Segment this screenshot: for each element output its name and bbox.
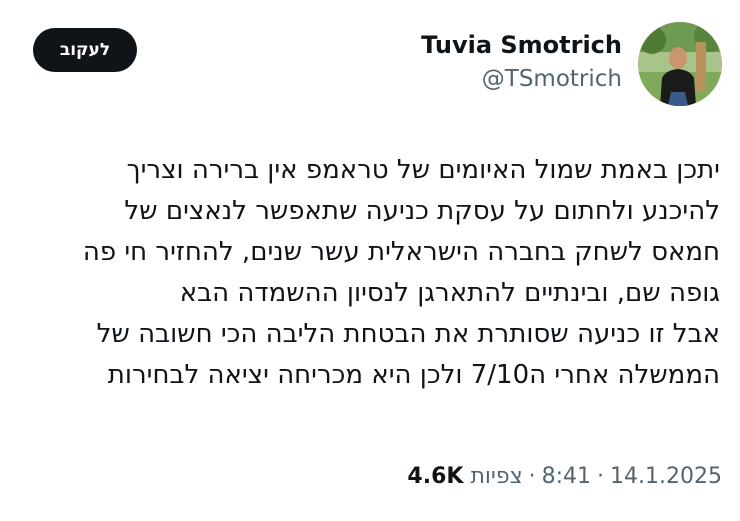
tweet-line: להיכנע ולחתום על עסקת כניעה שתאפשר לנאצי… (124, 196, 720, 226)
tweet-time[interactable]: 8:41 (542, 464, 591, 489)
tweet-line: אבל זו כניעה שסותרת את הבטחת הליבה הכי ח… (96, 319, 720, 349)
user-info[interactable]: Tuvia Smotrich @TSmotrich (421, 30, 622, 94)
views-count[interactable]: 4.6K (407, 464, 463, 489)
tweet-date[interactable]: 14.1.2025 (610, 464, 722, 489)
user-handle[interactable]: @TSmotrich (421, 64, 622, 94)
views-label: צפיות (470, 464, 523, 489)
display-name[interactable]: Tuvia Smotrich (421, 30, 622, 60)
profile-photo-icon[interactable] (638, 22, 722, 106)
follow-button[interactable]: לעקוב (33, 28, 137, 72)
tweet-line: יתכן באמת שמול האיומים של טראמפ אין בריר… (126, 155, 720, 185)
avatar-image (638, 22, 722, 106)
tweet-line: חמאס לשחק בחברה הישראלית עשר שנים, להחזי… (82, 237, 720, 267)
tweet-meta: 14.1.2025·8:41·צפיות 4.6K (403, 462, 722, 492)
meta-separator: · (528, 464, 536, 489)
tweet-card: לעקוב Tuvia Smotrich @TSmotrich יתכן באמ… (0, 0, 740, 521)
tweet-line: הממשלה אחרי ה7/10 ולכן היא מכריחה יציאה … (107, 360, 720, 390)
tweet-text: יתכן באמת שמול האיומים של טראמפ אין בריר… (20, 150, 720, 396)
tweet-header: לעקוב Tuvia Smotrich @TSmotrich (0, 22, 740, 112)
tweet-line: גופה שם, ובינתיים להתארגן לנסיון ההשמדה … (179, 278, 720, 308)
meta-separator: · (597, 464, 605, 489)
